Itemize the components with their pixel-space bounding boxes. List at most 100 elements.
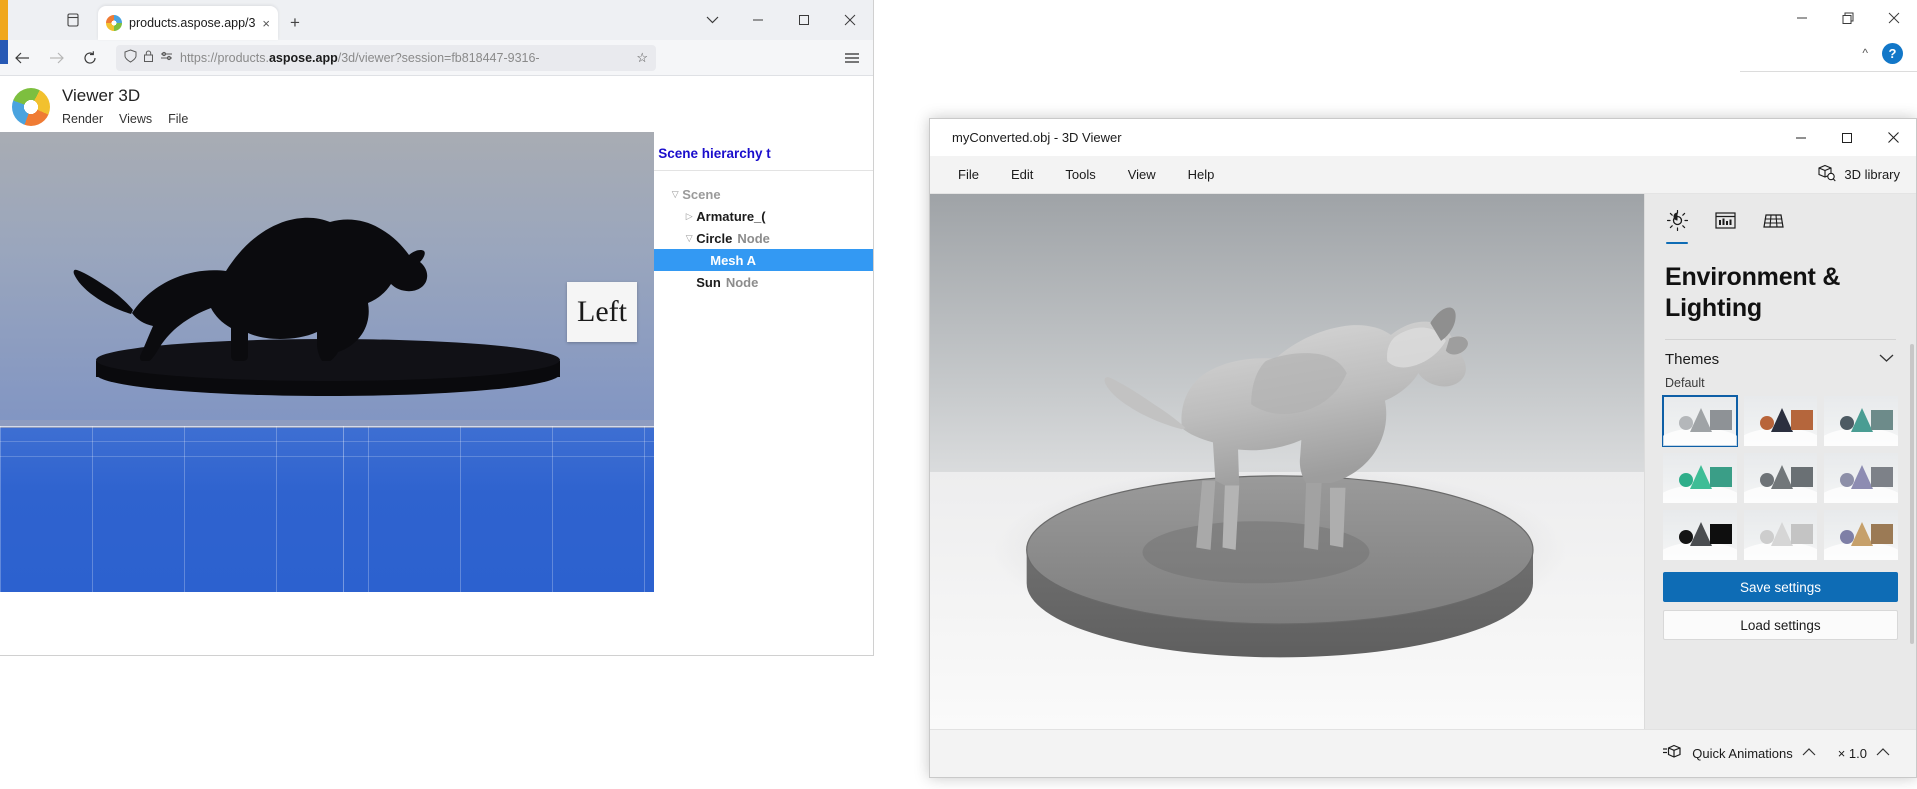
browser-tab[interactable]: products.aspose.app/3d/viewer × — [98, 6, 278, 40]
view-axis-label: Left — [567, 282, 637, 342]
settings-buttons: Save settings Load settings — [1645, 560, 1916, 640]
menu-item-views[interactable]: Views — [119, 112, 152, 126]
themes-group-label: Default — [1665, 376, 1705, 390]
theme-thumb-night[interactable] — [1663, 510, 1737, 560]
3d-viewer-window: myConverted.obj - 3D Viewer File Edit To… — [929, 118, 1917, 778]
menu-item-render[interactable]: Render — [62, 112, 103, 126]
vertical-tabs-icon[interactable] — [52, 0, 94, 40]
3d-model-render — [993, 307, 1567, 658]
chevron-down-icon[interactable] — [1879, 350, 1894, 368]
browser-menu-icon[interactable] — [837, 43, 867, 73]
scene-hierarchy-title: Scene hierarchy t — [658, 146, 771, 161]
background-window-titlebar — [1617, 0, 1917, 36]
tracking-protection-icon[interactable] — [160, 49, 174, 66]
menu-file[interactable]: File — [944, 161, 993, 188]
load-settings-button[interactable]: Load settings — [1663, 610, 1898, 640]
thumb-cone — [1770, 522, 1793, 546]
web-3d-viewport[interactable]: Left — [0, 132, 655, 592]
thumb-cone — [1690, 522, 1712, 546]
menu-item-file[interactable]: File — [168, 112, 188, 126]
theme-thumb-sunset[interactable] — [1743, 396, 1818, 446]
thumb-cube — [1790, 410, 1813, 430]
new-tab-button[interactable]: + — [278, 6, 312, 40]
lock-icon[interactable] — [143, 49, 154, 66]
shield-icon[interactable] — [124, 49, 137, 66]
browser-tabstrip: products.aspose.app/3d/viewer × + — [0, 0, 873, 64]
tab-close-icon[interactable]: × — [262, 16, 270, 31]
theme-thumb-violet[interactable] — [1824, 453, 1898, 503]
url-prefix: https://products. — [180, 50, 269, 65]
address-bar[interactable]: https://products.aspose.app/3d/viewer?se… — [116, 44, 656, 71]
3d-viewer-titlebar: myConverted.obj - 3D Viewer — [930, 119, 1916, 156]
tree-item-label: Mesh A — [710, 252, 756, 268]
twisty-icon[interactable]: ▽ — [668, 189, 682, 200]
tree-item-circle[interactable]: ▽ Circle Node — [654, 227, 873, 249]
theme-thumb-green[interactable] — [1663, 453, 1737, 503]
bg-restore-icon[interactable] — [1825, 1, 1871, 35]
back-icon[interactable] — [6, 43, 38, 73]
theme-thumb-default[interactable] — [1662, 395, 1738, 447]
viewer-minimize-icon[interactable] — [1778, 119, 1824, 156]
reload-icon[interactable] — [74, 43, 106, 73]
thumb-cone — [1690, 408, 1712, 432]
browser-window-controls — [689, 0, 873, 40]
bg-close-icon[interactable] — [1871, 1, 1917, 35]
theme-thumbnail-grid — [1645, 390, 1916, 560]
viewer-maximize-icon[interactable] — [1824, 119, 1870, 156]
3d-library-label: 3D library — [1844, 167, 1900, 182]
chevron-up-icon[interactable]: ^ — [1862, 46, 1868, 60]
forward-icon[interactable] — [40, 43, 72, 73]
theme-thumb-bright[interactable] — [1743, 510, 1818, 560]
image-icon — [1714, 212, 1736, 234]
menu-edit[interactable]: Edit — [997, 161, 1047, 188]
thumb-cube — [1710, 524, 1732, 544]
tree-item-sun[interactable]: Sun Node — [654, 271, 873, 293]
bookmark-star-icon[interactable]: ☆ — [636, 50, 648, 66]
aspose-logo-icon — [12, 88, 50, 126]
tree-item-mesh-a[interactable]: Mesh A — [654, 249, 873, 271]
url-text[interactable]: https://products.aspose.app/3d/viewer?se… — [180, 51, 630, 65]
playback-speed-control[interactable]: × 1.0 — [1838, 746, 1890, 761]
theme-thumb-teal[interactable] — [1824, 396, 1898, 446]
tab-grid[interactable] — [1753, 206, 1793, 240]
themes-section-header[interactable]: Themes — [1645, 340, 1916, 368]
viewer-close-icon[interactable] — [1870, 119, 1916, 156]
cube-search-icon — [1817, 164, 1837, 186]
quick-animations-control[interactable]: Quick Animations — [1662, 744, 1816, 764]
scene-tree: ▽ Scene ▷ Armature_( ▽ Circle Node Mesh … — [654, 171, 873, 293]
tab-list-chevron-icon[interactable] — [689, 0, 735, 40]
theme-thumb-gray[interactable] — [1743, 453, 1818, 503]
thumb-cube — [1710, 410, 1732, 430]
themes-label: Themes — [1665, 350, 1720, 368]
help-icon[interactable]: ? — [1882, 42, 1903, 64]
bg-minimize-icon[interactable] — [1779, 1, 1825, 35]
screen: ^ ? products.aspose.app/3d/viewer × + — [0, 0, 1917, 789]
save-settings-button[interactable]: Save settings — [1663, 572, 1898, 602]
quick-animations-label: Quick Animations — [1692, 746, 1793, 761]
twisty-icon[interactable]: ▷ — [682, 211, 696, 222]
panel-heading: Environment & Lighting — [1665, 263, 1841, 322]
menu-view[interactable]: View — [1114, 161, 1170, 188]
browser-navigation-bar: https://products.aspose.app/3d/viewer?se… — [0, 40, 873, 76]
browser-maximize-icon[interactable] — [781, 0, 827, 40]
playback-speed-chevron-up-icon[interactable] — [1876, 748, 1890, 759]
sidebar-scrollbar[interactable] — [1910, 344, 1914, 644]
tab-environment-lighting[interactable] — [1657, 206, 1697, 244]
twisty-icon[interactable]: ▽ — [682, 233, 696, 244]
properties-sidebar: Environment & Lighting Themes Default Sa… — [1644, 194, 1916, 729]
tree-item-scene[interactable]: ▽ Scene — [654, 183, 873, 205]
tab-texture[interactable] — [1705, 206, 1745, 240]
web-page: Viewer 3D Render Views File Left Scene h… — [0, 76, 873, 655]
browser-close-icon[interactable] — [827, 0, 873, 40]
aspose-favicon — [106, 15, 122, 31]
playback-speed-value: × 1.0 — [1837, 746, 1867, 761]
theme-thumb-amber[interactable] — [1824, 510, 1898, 560]
3d-render-canvas[interactable] — [930, 194, 1644, 729]
3d-library-button[interactable]: 3D library — [1807, 158, 1916, 192]
tree-item-armature[interactable]: ▷ Armature_( — [654, 205, 873, 227]
menu-tools[interactable]: Tools — [1051, 161, 1109, 188]
viewer-row: Left Scene hierarchy t ▽ Scene ▷ Armatur… — [0, 132, 873, 592]
quick-animations-chevron-up-icon[interactable] — [1802, 748, 1816, 759]
menu-help[interactable]: Help — [1174, 161, 1229, 188]
browser-minimize-icon[interactable] — [735, 0, 781, 40]
